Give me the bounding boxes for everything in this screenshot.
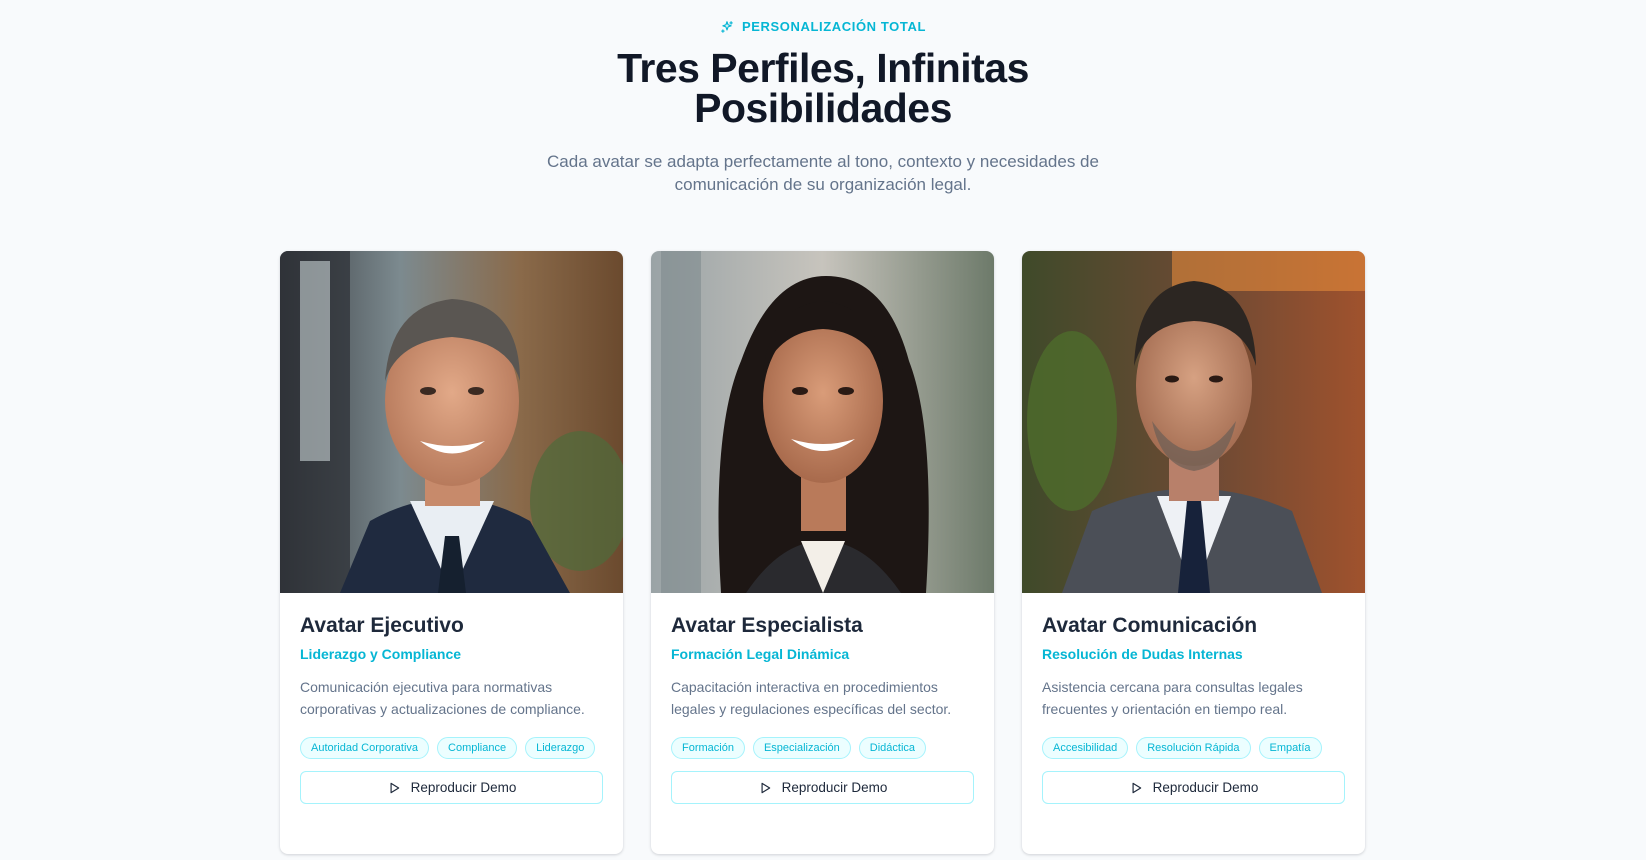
card-title: Avatar Comunicación	[1042, 614, 1258, 637]
card-title: Avatar Ejecutivo	[300, 614, 464, 637]
avatar-card-especialista: Avatar Especialista Formación Legal Diná…	[651, 251, 994, 854]
card-title: Avatar Especialista	[671, 614, 863, 637]
avatar-photo-ejecutivo	[280, 251, 623, 593]
tag: Formación	[671, 737, 745, 759]
card-description: Comunicación ejecutiva para normativas c…	[300, 679, 585, 717]
card-description: Asistencia cercana para consultas legale…	[1042, 679, 1303, 717]
tag-list: Autoridad Corporativa Compliance Lideraz…	[300, 737, 603, 759]
tag-list: Accesibilidad Resolución Rápida Empatía	[1042, 737, 1345, 759]
tag: Compliance	[437, 737, 518, 759]
play-demo-label: Reproducir Demo	[410, 780, 517, 795]
tag: Accesibilidad	[1042, 737, 1129, 759]
title-line-1: Tres Perfiles, Infinitas	[617, 45, 1029, 91]
page-title: Tres Perfiles, Infinitas Posibilidades	[0, 45, 1646, 131]
subtitle-line-2: comunicación de su organización legal.	[674, 175, 972, 194]
tag: Didáctica	[858, 737, 927, 759]
card-description: Capacitación interactiva en procedimient…	[671, 679, 952, 717]
play-demo-label: Reproducir Demo	[1152, 780, 1259, 795]
card-role: Liderazgo y Compliance	[300, 646, 462, 662]
play-icon	[390, 782, 399, 793]
eyebrow-label: PERSONALIZACIÓN TOTAL	[741, 19, 926, 34]
page-subtitle: Cada avatar se adapta perfectamente al t…	[0, 150, 1646, 196]
play-demo-button[interactable]: Reproducir Demo	[300, 771, 603, 804]
tag: Empatía	[1258, 737, 1322, 759]
sparkles-icon	[721, 20, 733, 33]
tag: Autoridad Corporativa	[300, 737, 430, 759]
section-eyebrow: PERSONALIZACIÓN TOTAL	[0, 19, 1646, 34]
avatar-card-comunicacion: Avatar Comunicación Resolución de Dudas …	[1022, 251, 1365, 854]
card-role: Resolución de Dudas Internas	[1042, 646, 1243, 662]
avatar-photo-especialista	[651, 251, 994, 593]
tag: Especialización	[752, 737, 851, 759]
play-icon	[761, 782, 770, 793]
avatar-card-ejecutivo: Avatar Ejecutivo Liderazgo y Compliance …	[280, 251, 623, 854]
tag: Resolución Rápida	[1136, 737, 1251, 759]
subtitle-line-1: Cada avatar se adapta perfectamente al t…	[547, 152, 1099, 171]
tag-list: Formación Especialización Didáctica	[671, 737, 974, 759]
tag: Liderazgo	[525, 737, 596, 759]
play-demo-button[interactable]: Reproducir Demo	[1042, 771, 1345, 804]
play-icon	[1132, 782, 1141, 793]
card-role: Formación Legal Dinámica	[671, 646, 850, 662]
play-demo-button[interactable]: Reproducir Demo	[671, 771, 974, 804]
avatar-photo-comunicacion	[1022, 251, 1365, 593]
title-line-2: Posibilidades	[694, 85, 952, 131]
play-demo-label: Reproducir Demo	[781, 780, 888, 795]
